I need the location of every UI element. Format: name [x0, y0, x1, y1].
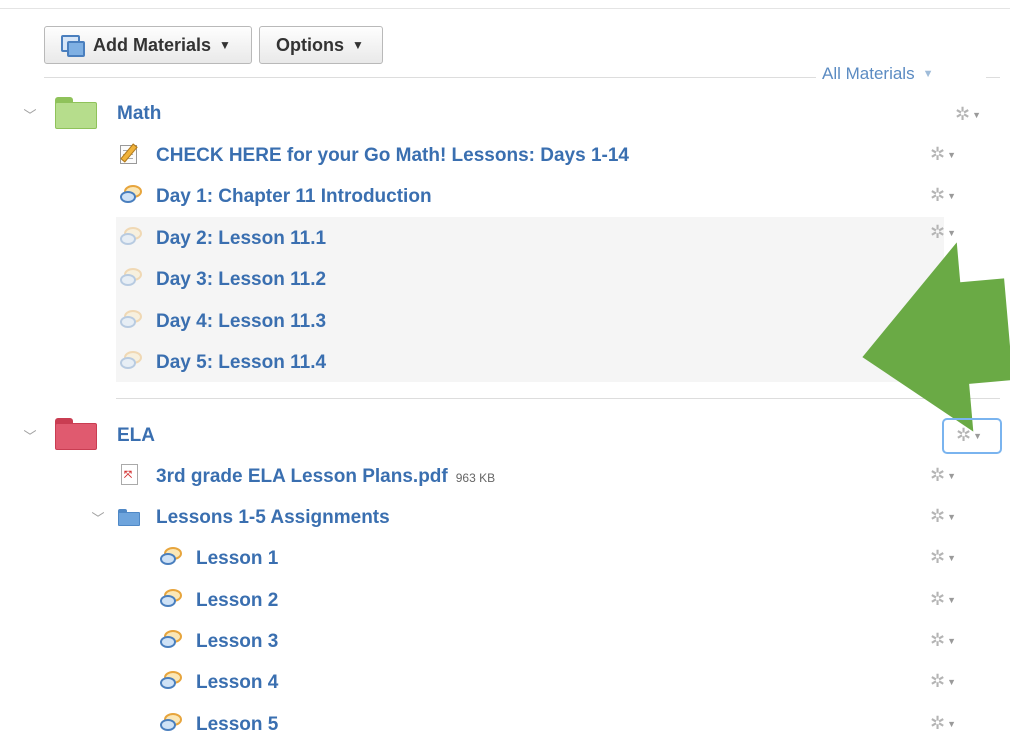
all-materials-label: All Materials: [822, 64, 915, 83]
section-divider: [116, 398, 1000, 399]
gear-icon[interactable]: ✲ ▼: [930, 713, 956, 734]
chevron-down-icon[interactable]: ﹀: [24, 429, 37, 444]
chevron-down-icon[interactable]: ﹀: [24, 108, 37, 123]
caret-down-icon: ▼: [352, 38, 364, 52]
discussion-bubble-icon: [160, 589, 184, 611]
toolbar-divider-end: [986, 77, 1000, 78]
discussion-bubble-icon: [120, 268, 144, 290]
list-item: Lesson 4 ✲ ▼: [0, 662, 1010, 702]
item-title[interactable]: Day 2: Lesson 11.1: [156, 228, 326, 250]
gear-icon[interactable]: ✲ ▼: [930, 185, 956, 206]
toolbar-divider: [44, 77, 816, 78]
list-item: Lesson 1 ✲ ▼: [0, 538, 1010, 578]
pdf-file-icon: ⤧: [118, 464, 142, 486]
gear-icon[interactable]: ✲ ▼: [930, 671, 956, 692]
discussion-bubble-icon: [120, 227, 144, 249]
item-title[interactable]: Day 3: Lesson 11.2: [156, 269, 326, 291]
discussion-bubble-icon: [160, 671, 184, 693]
subfolder-title[interactable]: Lessons 1-5 Assignments: [156, 507, 390, 529]
top-divider: [0, 8, 1010, 9]
subfolder-row: ﹀ Lessons 1-5 Assignments ✲ ▼: [0, 497, 1010, 537]
file-size: 963 KB: [455, 471, 496, 485]
list-item: Lesson 2 ✲ ▼: [0, 580, 1010, 620]
gear-highlight-box: [942, 418, 1002, 454]
discussion-bubble-icon: [120, 351, 144, 373]
item-title[interactable]: CHECK HERE for your Go Math! Lessons: Da…: [156, 145, 629, 167]
gear-icon[interactable]: ✲ ▼: [930, 589, 956, 610]
folder-icon: [118, 509, 140, 526]
item-title: 3rd grade ELA Lesson Plans.pdf 963 KB: [156, 466, 495, 488]
list-item: Day 5: Lesson 11.4: [0, 342, 1010, 382]
assignment-pencil-icon: [118, 143, 142, 165]
list-item: Day 2: Lesson 11.1 ✲ ▼: [0, 218, 1010, 258]
gear-icon[interactable]: ✲ ▼: [930, 547, 956, 568]
gear-icon[interactable]: ✲ ▼: [930, 465, 956, 486]
gear-icon[interactable]: ✲ ▼: [955, 104, 981, 125]
item-title[interactable]: Lesson 2: [196, 590, 278, 612]
options-label: Options: [276, 34, 344, 55]
list-item: Day 3: Lesson 11.2: [0, 259, 1010, 299]
caret-down-icon: ▼: [219, 38, 231, 52]
add-materials-label: Add Materials: [93, 34, 212, 55]
options-button[interactable]: Options ▼: [259, 26, 383, 64]
discussion-bubble-icon: [120, 310, 144, 332]
add-materials-icon: [61, 35, 85, 57]
list-item: Day 4: Lesson 11.3: [0, 301, 1010, 341]
item-title[interactable]: Day 5: Lesson 11.4: [156, 352, 326, 374]
discussion-bubble-icon: [160, 547, 184, 569]
gear-icon[interactable]: ✲ ▼: [930, 630, 956, 651]
folder-title-ela[interactable]: ELA: [117, 425, 155, 447]
item-title[interactable]: Lesson 4: [196, 672, 278, 694]
list-item: Lesson 5 ✲ ▼: [0, 704, 1010, 744]
gear-icon[interactable]: ✲ ▼: [930, 144, 956, 165]
add-materials-button[interactable]: Add Materials ▼: [44, 26, 252, 64]
folder-icon: [55, 418, 97, 450]
folder-title-math[interactable]: Math: [117, 103, 161, 125]
folder-icon: [55, 97, 97, 129]
caret-down-icon: ▼: [922, 68, 934, 80]
file-name[interactable]: 3rd grade ELA Lesson Plans.pdf: [156, 466, 448, 487]
all-materials-filter[interactable]: All Materials ▼: [822, 64, 933, 84]
discussion-bubble-icon: [160, 713, 184, 735]
discussion-bubble-icon: [120, 185, 144, 207]
folder-row-ela: ﹀ ELA ✲ ▼: [0, 415, 1010, 455]
gear-icon[interactable]: ✲ ▼: [930, 506, 956, 527]
list-item: CHECK HERE for your Go Math! Lessons: Da…: [0, 135, 1010, 175]
list-item: Lesson 3 ✲ ▼: [0, 621, 1010, 661]
folder-row-math: ﹀ Math ✲ ▼: [0, 94, 1010, 134]
gear-icon[interactable]: ✲ ▼: [930, 222, 956, 243]
discussion-bubble-icon: [160, 630, 184, 652]
item-title[interactable]: Day 1: Chapter 11 Introduction: [156, 186, 432, 208]
item-title[interactable]: Lesson 5: [196, 714, 278, 736]
chevron-down-icon[interactable]: ﹀: [92, 511, 105, 526]
item-title[interactable]: Lesson 1: [196, 548, 278, 570]
list-item: Day 1: Chapter 11 Introduction ✲ ▼: [0, 176, 1010, 216]
item-title[interactable]: Day 4: Lesson 11.3: [156, 311, 326, 333]
item-title[interactable]: Lesson 3: [196, 631, 278, 653]
list-item: ⤧ 3rd grade ELA Lesson Plans.pdf 963 KB ✲…: [0, 456, 1010, 496]
